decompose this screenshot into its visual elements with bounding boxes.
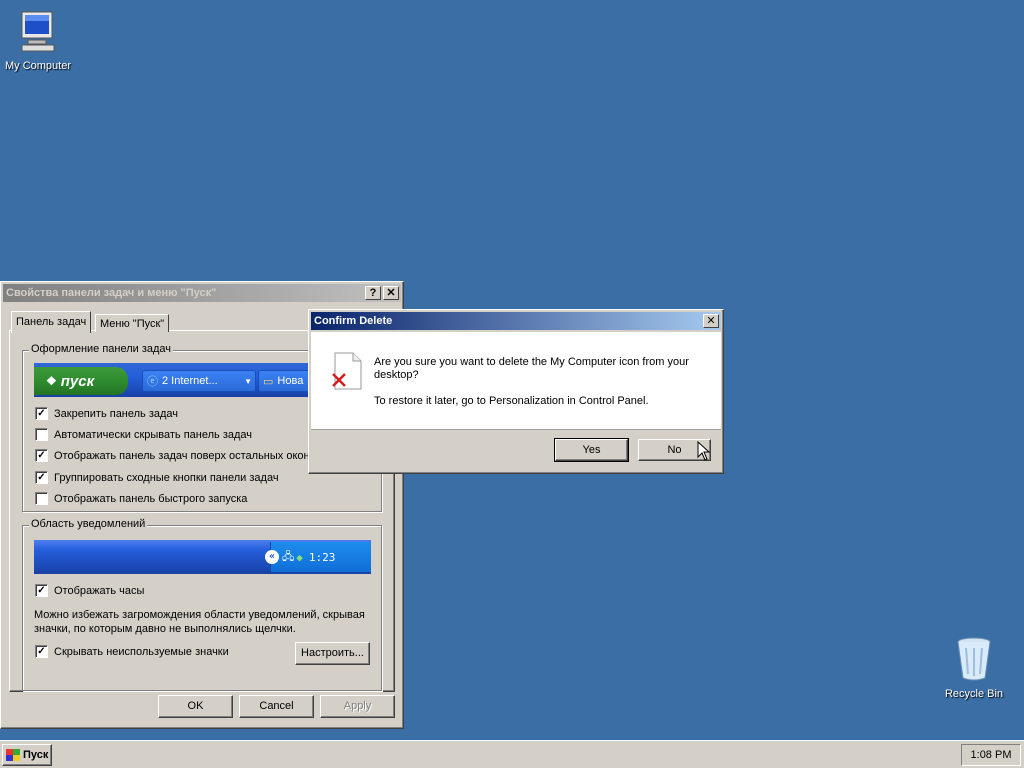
option-autohide-label: Автоматически скрывать панель задач: [54, 428, 253, 441]
checkbox-autohide[interactable]: [35, 428, 48, 441]
taskbar: Пуск 1:08 PM: [0, 740, 1024, 768]
option-quick-launch[interactable]: Отображать панель быстрого запуска: [35, 492, 247, 505]
checkbox-hide-icons[interactable]: ✓: [35, 645, 48, 658]
preview-start-button: ❖ пуск: [34, 367, 128, 395]
tab-start-menu[interactable]: Меню "Пуск": [95, 314, 170, 332]
computer-icon: [21, 11, 55, 52]
preview-task-folder: ▭ Нова: [258, 370, 308, 392]
my-computer-label: My Computer: [4, 60, 72, 72]
notification-legend: Область уведомлений: [29, 518, 148, 530]
collapse-arrow-icon: «: [265, 550, 279, 564]
help-button[interactable]: ?: [365, 286, 381, 300]
mouse-cursor-icon: [697, 441, 711, 461]
tab-taskbar[interactable]: Панель задач: [11, 311, 92, 333]
confirm-titlebar[interactable]: Confirm Delete ✕: [311, 312, 721, 330]
tray-area: « 🖧 ◆ 1:23: [265, 542, 371, 572]
show-clock-label: Отображать часы: [54, 584, 145, 597]
confirm-restore-text: To restore it later, go to Personalizati…: [374, 395, 649, 407]
preview-task-ie: ⓔ 2 Internet... ▼: [142, 370, 256, 392]
recycle-bin-desktop-icon[interactable]: Recycle Bin: [934, 636, 1014, 700]
checkbox-group[interactable]: ✓: [35, 471, 48, 484]
checkbox-show-clock[interactable]: ✓: [35, 584, 48, 597]
taskbar-preview: ❖ пуск ⓔ 2 Internet... ▼ ▭ Нова: [34, 363, 308, 397]
windows-flag-icon: ❖: [46, 374, 57, 388]
option-group-buttons[interactable]: ✓ Группировать сходные кнопки панели зад…: [35, 471, 279, 484]
preview-task-ie-label: 2 Internet...: [162, 375, 218, 387]
appearance-legend: Оформление панели задач: [29, 343, 174, 355]
ok-button[interactable]: OK: [158, 695, 233, 718]
tray-preview: « 🖧 ◆ 1:23: [34, 540, 371, 574]
folder-icon: ▭: [263, 375, 274, 388]
option-group-label: Группировать сходные кнопки панели задач: [54, 471, 279, 484]
taskbar-clock[interactable]: 1:08 PM: [961, 744, 1021, 766]
option-show-clock[interactable]: ✓ Отображать часы: [35, 584, 144, 597]
taskbar-properties-titlebar[interactable]: Свойства панели задач и меню "Пуск" ? ✕: [3, 284, 401, 302]
confirm-body: Are you sure you want to delete the My C…: [311, 332, 721, 430]
checkbox-quick-launch[interactable]: [35, 492, 48, 505]
customize-button[interactable]: Настроить...: [295, 642, 370, 665]
dialog-title: Свойства панели задач и меню "Пуск": [6, 287, 217, 299]
network-icon: 🖧: [282, 549, 295, 563]
yes-button[interactable]: Yes: [554, 438, 629, 462]
option-on-top[interactable]: ✓ Отображать панель задач поверх остальн…: [35, 449, 310, 462]
option-autohide[interactable]: Автоматически скрывать панель задач: [35, 428, 252, 441]
checkbox-lock[interactable]: ✓: [35, 407, 48, 420]
hide-icons-label: Скрывать неиспользуемые значки: [54, 645, 229, 658]
recycle-bin-icon: [957, 637, 991, 681]
confirm-message: Are you sure you want to delete the My C…: [374, 356, 689, 381]
tray-app-icon: ◆: [296, 550, 303, 564]
document-delete-icon: [332, 352, 362, 390]
preview-start-label: пуск: [60, 372, 95, 390]
option-quick-launch-label: Отображать панель быстрого запуска: [54, 492, 248, 505]
apply-button[interactable]: Apply: [320, 695, 395, 718]
notification-hint: Можно избежать загромождения области уве…: [34, 609, 365, 635]
checkbox-on-top[interactable]: ✓: [35, 449, 48, 462]
preview-task-folder-label: Нова: [277, 375, 304, 387]
recycle-bin-label: Recycle Bin: [944, 688, 1004, 700]
option-lock-label: Закрепить панель задач: [54, 407, 179, 420]
ie-icon: ⓔ: [147, 376, 158, 388]
confirm-delete-dialog: Confirm Delete ✕ Are you sure you want t…: [308, 309, 724, 474]
windows-logo-icon: [6, 749, 20, 761]
my-computer-desktop-icon[interactable]: My Computer: [0, 10, 78, 72]
start-button[interactable]: Пуск: [2, 744, 52, 766]
tray-time: 1:23: [308, 550, 336, 564]
close-button[interactable]: ✕: [383, 286, 399, 300]
start-label: Пуск: [23, 749, 49, 761]
confirm-close-button[interactable]: ✕: [703, 314, 719, 328]
option-lock-taskbar[interactable]: ✓ Закрепить панель задач: [35, 407, 178, 420]
chevron-down-icon: ▼: [244, 376, 252, 386]
option-hide-icons[interactable]: ✓ Скрывать неиспользуемые значки: [35, 645, 229, 658]
confirm-title: Confirm Delete: [314, 315, 393, 327]
option-on-top-label: Отображать панель задач поверх остальных…: [54, 449, 310, 462]
cancel-button[interactable]: Cancel: [239, 695, 314, 718]
